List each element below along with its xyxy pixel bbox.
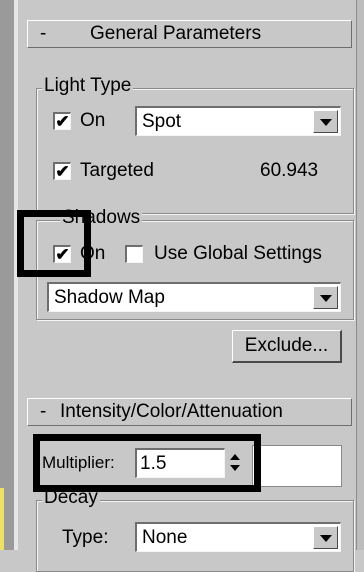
- rollout-title: General Parameters: [90, 23, 262, 44]
- light-type-value: Spot: [142, 111, 182, 132]
- dropdown-button[interactable]: [313, 110, 338, 133]
- target-distance-value: 60.943: [260, 160, 319, 181]
- highlight-box-multiplier: [33, 434, 261, 492]
- check-icon: ✔: [55, 162, 70, 181]
- light-color-swatch[interactable]: [252, 445, 342, 487]
- shadow-type-dropdown[interactable]: Shadow Map: [47, 282, 341, 312]
- viewport-edge-strip: [0, 488, 4, 550]
- targeted-checkbox[interactable]: ✔: [53, 162, 71, 180]
- collapse-icon: -: [40, 401, 47, 422]
- rollout-intensity-header[interactable]: - Intensity/Color/Attenuation: [27, 398, 352, 426]
- decay-type-label: Type:: [62, 527, 109, 548]
- collapse-icon: -: [40, 23, 47, 44]
- light-type-dropdown[interactable]: Spot: [135, 106, 341, 136]
- decay-type-value: None: [142, 527, 188, 548]
- use-global-settings-label: Use Global Settings: [154, 243, 322, 264]
- light-on-checkbox[interactable]: ✔: [53, 112, 71, 130]
- panel-scrollbar-edge[interactable]: [356, 0, 364, 550]
- use-global-settings-checkbox[interactable]: [125, 245, 143, 263]
- rollout-title: Intensity/Color/Attenuation: [60, 401, 283, 422]
- triangle-down-icon: [320, 295, 332, 302]
- rollout-general-parameters-header[interactable]: - General Parameters: [27, 20, 352, 48]
- panel-left-edge: [0, 0, 14, 550]
- highlight-box-shadows-on: [17, 210, 91, 277]
- light-on-label: On: [80, 110, 106, 131]
- triangle-down-icon: [320, 119, 332, 126]
- dropdown-button[interactable]: [313, 526, 338, 549]
- exclude-button[interactable]: Exclude...: [232, 330, 342, 363]
- dropdown-button[interactable]: [313, 286, 338, 309]
- light-type-label: Light Type: [42, 75, 134, 96]
- triangle-down-icon: [320, 535, 332, 542]
- check-icon: ✔: [55, 112, 70, 131]
- decay-type-dropdown[interactable]: None: [135, 522, 341, 552]
- targeted-label: Targeted: [80, 160, 154, 181]
- shadow-type-value: Shadow Map: [54, 287, 165, 308]
